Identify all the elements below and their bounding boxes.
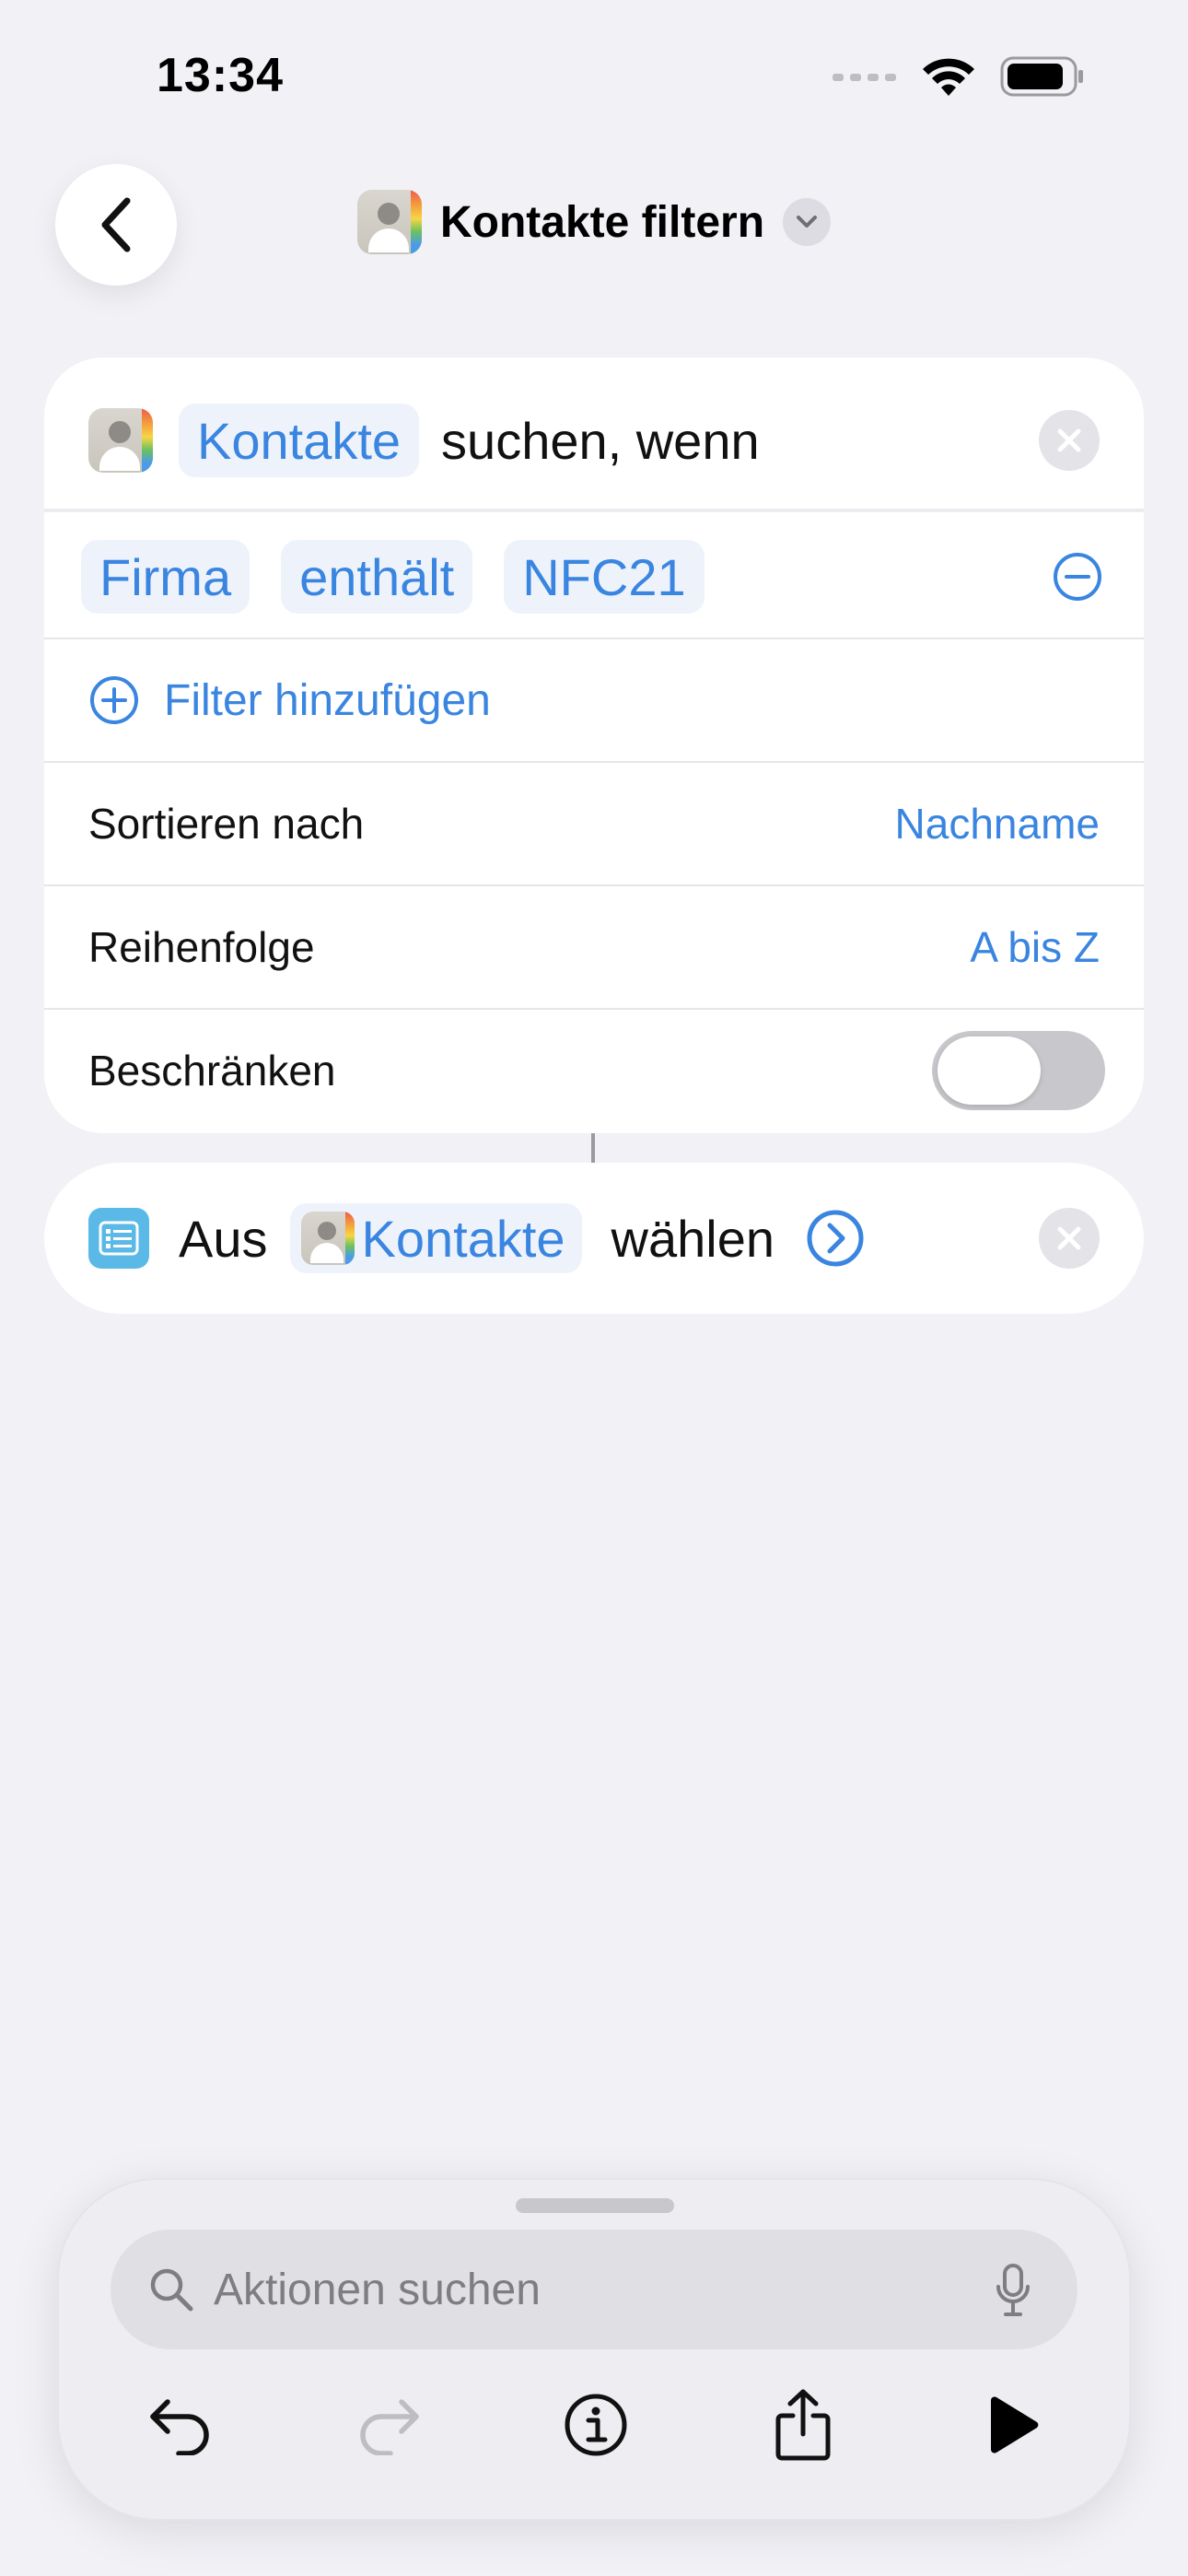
list-icon [88,1208,149,1269]
choose-from-list-action: Aus Kontakte wählen [44,1163,1144,1314]
microphone-icon[interactable] [995,2263,1031,2318]
order-row[interactable]: Reihenfolge A bis Z [44,886,1144,1008]
contacts-app-icon [356,190,422,254]
undo-icon [150,2399,209,2455]
chevron-down-icon [797,216,818,228]
action2-token-label: Kontakte [361,1209,565,1268]
remove-filter-icon[interactable] [1052,551,1103,603]
action2-row: Aus Kontakte wählen [88,1163,865,1314]
plus-circle-icon [90,676,138,724]
action-header-row: Kontakte suchen, wenn [44,394,1144,486]
filter-operator-token[interactable]: enthält [281,540,473,614]
remove-action-button[interactable] [1039,1208,1100,1269]
title-menu-button[interactable] [783,198,832,246]
action2-prefix: Aus [179,1209,268,1268]
status-icons [833,55,1085,98]
undo-button[interactable] [136,2381,225,2469]
source-token[interactable]: Kontakte [179,404,420,477]
shortcut-title-menu[interactable]: Kontakte filtern [0,190,1188,254]
redo-icon [360,2399,419,2455]
sort-value[interactable]: Nachname [895,799,1100,849]
battery-icon [1000,56,1083,97]
action2-suffix: wählen [611,1209,775,1268]
contacts-app-icon [300,1212,355,1265]
info-icon [565,2394,627,2456]
status-time: 13:34 [157,49,284,102]
add-filter-label: Filter hinzufügen [164,675,491,725]
cellular-signal-icon [833,74,896,81]
filter-value-token[interactable]: NFC21 [504,540,705,614]
close-icon [1057,428,1081,452]
run-button[interactable] [969,2381,1057,2469]
action-header-text: suchen, wenn [441,411,760,470]
search-icon [150,2268,193,2312]
limit-toggle[interactable] [932,1031,1105,1110]
redo-button[interactable] [344,2381,433,2469]
add-filter-row[interactable]: Filter hinzufügen [44,639,1144,761]
panel-grabber[interactable] [516,2198,674,2213]
filter-row: Firma enthält NFC21 [44,540,1144,614]
close-icon [1057,1226,1081,1250]
share-icon [775,2389,831,2461]
remove-action-button[interactable] [1039,410,1100,471]
order-value[interactable]: A bis Z [970,922,1100,972]
wifi-icon [923,58,974,96]
search-placeholder: Aktionen suchen [214,2265,541,2314]
page-title: Kontakte filtern [439,197,765,247]
divider [44,509,1144,512]
search-field[interactable]: Aktionen suchen [111,2230,1077,2349]
actions-panel: Aktionen suchen [57,2178,1131,2521]
action2-token[interactable]: Kontakte [289,1203,582,1273]
sort-label: Sortieren nach [88,800,365,848]
contacts-app-icon [88,408,153,473]
order-label: Reihenfolge [88,923,315,971]
sort-row[interactable]: Sortieren nach Nachname [44,763,1144,884]
find-contacts-action: Kontakte suchen, wenn Firma enthält NFC2… [44,357,1144,1133]
chevron-right-circle-icon[interactable] [806,1209,865,1268]
action-connector [591,1133,595,1163]
limit-label: Beschränken [88,1047,336,1095]
limit-row: Beschränken [44,1010,1144,1131]
filter-field-token[interactable]: Firma [81,540,250,614]
info-button[interactable] [552,2381,640,2469]
share-button[interactable] [759,2381,847,2469]
play-icon [991,2396,1039,2453]
